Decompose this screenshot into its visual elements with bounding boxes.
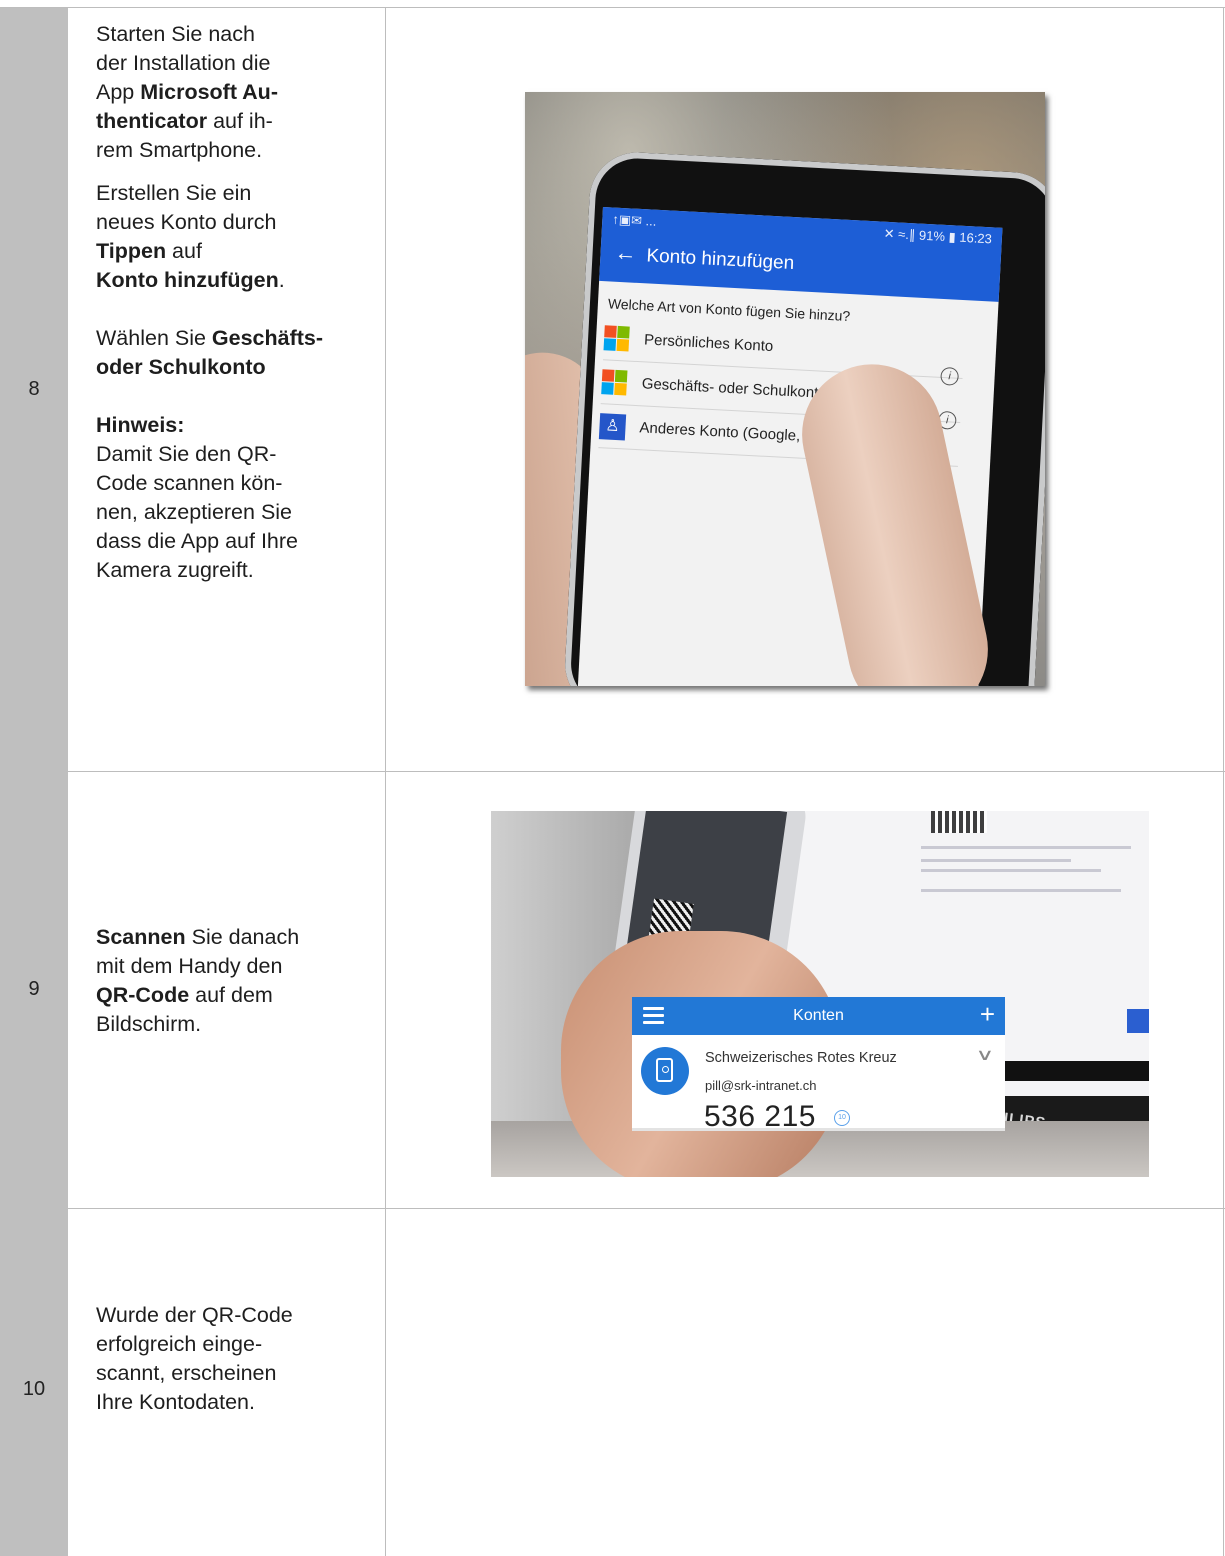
text: neues Konto durch bbox=[96, 210, 277, 234]
bold-text: Konto hinzufügen bbox=[96, 268, 279, 292]
text: dass die App auf Ihre bbox=[96, 529, 299, 553]
text: Starten Sie nach bbox=[96, 22, 255, 46]
text: Wurde der QR-Code bbox=[96, 1303, 293, 1327]
account-organization: Schweizerisches Rotes Kreuz bbox=[705, 1050, 897, 1066]
option-label: Geschäfts- oder Schulkonto bbox=[641, 375, 828, 402]
text: auf bbox=[166, 239, 202, 263]
account-type-question: Welche Art von Konto fügen Sie hinzu? bbox=[607, 295, 851, 325]
add-account-icon[interactable]: + bbox=[980, 999, 995, 1030]
option-label: Anderes Konto (Google, Fa bbox=[639, 419, 823, 446]
instruction-table: 8 Starten Sie nach der Installation die … bbox=[0, 0, 1225, 1556]
text: Erstellen Sie ein bbox=[96, 181, 252, 205]
microsoft-logo-icon bbox=[603, 325, 630, 352]
paragraph: Wurde der QR-Code erfolgreich einge- sca… bbox=[96, 1301, 381, 1417]
bold-text: Microsoft Au- bbox=[140, 80, 278, 104]
paragraph: Scannen Sie danach mit dem Handy den QR-… bbox=[96, 923, 381, 1039]
text: App bbox=[96, 80, 141, 104]
one-time-code: 536 215 bbox=[704, 1100, 816, 1131]
code-timer-icon: 10 bbox=[834, 1110, 850, 1126]
app-title: Konto hinzufügen bbox=[645, 245, 795, 275]
text: Sie danach bbox=[185, 925, 300, 949]
text: der Installation die bbox=[96, 51, 271, 75]
step-description: Scannen Sie danach mit dem Handy den QR-… bbox=[96, 923, 381, 1039]
account-email: pill@srk-intranet.ch bbox=[705, 1078, 817, 1093]
bold-text: Tippen bbox=[96, 239, 167, 263]
accounts-screenshot: Konten + Schweizerisches Rotes Kreuz pil… bbox=[632, 997, 1005, 1131]
status-icons: ↑▣✉ ... bbox=[611, 211, 657, 229]
phone-add-account-photo: ↑▣✉ ... ✕ ≈.∥ 91% ▮ 16:23 ← Konto hinzuf… bbox=[525, 92, 1045, 686]
text: rem Smartphone. bbox=[96, 138, 263, 162]
step-number: 8 bbox=[28, 378, 40, 400]
text: mit dem Handy den bbox=[96, 954, 283, 978]
screen-text-line bbox=[921, 889, 1121, 892]
text: Damit Sie den QR- bbox=[96, 442, 277, 466]
accounts-header: Konten + bbox=[632, 997, 1005, 1035]
text: auf ih- bbox=[207, 109, 273, 133]
text: scannt, erscheinen bbox=[96, 1361, 277, 1385]
account-badge-icon bbox=[641, 1047, 689, 1095]
screen-text-line bbox=[921, 869, 1101, 872]
text: erfolgreich einge- bbox=[96, 1332, 263, 1356]
step-number: 10 bbox=[22, 1378, 46, 1400]
paragraph: Wählen Sie Geschäfts- oder Schulkonto bbox=[96, 324, 381, 382]
paragraph: Starten Sie nach der Installation die Ap… bbox=[96, 20, 381, 165]
info-icon[interactable]: i bbox=[940, 366, 960, 386]
person-icon: ♙ bbox=[598, 413, 627, 441]
table-right-border bbox=[1223, 7, 1224, 1556]
accounts-title: Konten bbox=[793, 1007, 844, 1024]
option-label: Persönliches Konto bbox=[643, 331, 774, 356]
text: Code scannen kön- bbox=[96, 471, 283, 495]
bold-text: thenticator bbox=[96, 109, 208, 133]
table-top-border bbox=[0, 7, 1225, 8]
row-divider bbox=[68, 1208, 1225, 1209]
bold-text: QR-Code bbox=[96, 983, 190, 1007]
note: Hinweis: Damit Sie den QR- Code scannen … bbox=[96, 411, 381, 585]
step-description: Starten Sie nach der Installation die Ap… bbox=[96, 20, 381, 585]
status-battery-time: ✕ ≈.∥ 91% ▮ 16:23 bbox=[883, 225, 993, 247]
qr-code-on-screen bbox=[931, 811, 987, 833]
bold-text: oder Schulkonto bbox=[96, 355, 266, 379]
text: Wählen Sie bbox=[96, 326, 212, 350]
text: nen, akzeptieren Sie bbox=[96, 500, 293, 524]
bold-text: Scannen bbox=[96, 925, 186, 949]
back-arrow-icon[interactable]: ← bbox=[614, 240, 637, 267]
text: auf dem bbox=[189, 983, 273, 1007]
row-divider bbox=[68, 771, 1225, 772]
column-divider bbox=[385, 7, 386, 1556]
microsoft-logo-icon bbox=[601, 369, 628, 396]
screen-text-line bbox=[921, 859, 1071, 862]
paragraph: Erstellen Sie ein neues Konto durch Tipp… bbox=[96, 179, 381, 295]
screen-button bbox=[1127, 1009, 1149, 1033]
text: Kamera zugreift. bbox=[96, 558, 254, 582]
text: . bbox=[278, 268, 285, 292]
bold-text: Geschäfts- bbox=[211, 326, 324, 350]
text: Bildschirm. bbox=[96, 1012, 202, 1036]
step-number-column bbox=[0, 8, 68, 1556]
step-description: Wurde der QR-Code erfolgreich einge- sca… bbox=[96, 1301, 381, 1417]
chevron-down-icon[interactable]: ∨ bbox=[976, 1045, 995, 1065]
note-label: Hinweis: bbox=[96, 413, 185, 437]
text: Ihre Kontodaten. bbox=[96, 1390, 255, 1414]
divider bbox=[632, 1128, 1005, 1131]
step-number: 9 bbox=[28, 978, 40, 1000]
screen-text-line bbox=[921, 846, 1131, 849]
